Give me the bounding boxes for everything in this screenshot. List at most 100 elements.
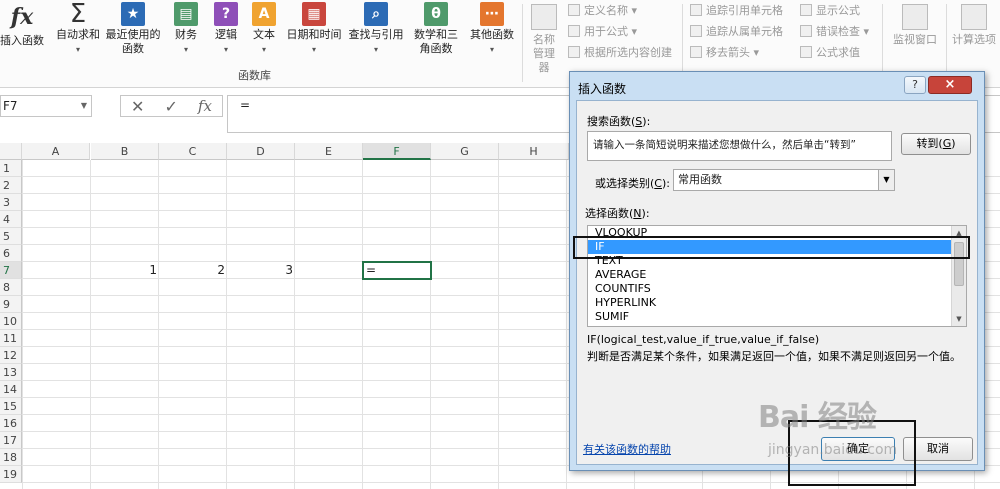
function-item-countifs[interactable]: COUNTIFS <box>588 282 966 296</box>
evaluate-formula-icon <box>800 46 812 58</box>
help-button[interactable]: ? <box>904 76 926 94</box>
row-header-3[interactable]: 3 <box>0 194 22 211</box>
trace-dependents-button[interactable]: 追踪从属单元格 <box>690 23 783 41</box>
remove-arrows-button[interactable]: 移去箭头 ▾ <box>690 44 759 62</box>
check-icon[interactable]: ✓ <box>164 97 177 116</box>
row-header-16[interactable]: 16 <box>0 415 22 432</box>
ok-highlight-annotation <box>788 420 916 486</box>
close-button[interactable]: × <box>928 76 972 94</box>
column-header-d[interactable]: D <box>227 143 295 160</box>
watch-window-icon <box>902 4 928 30</box>
name-manager-button[interactable]: 名称管理器 <box>526 4 562 75</box>
insert-function-dialog: 插入函数 ? × 搜索函数(S): 请输入一条简短说明来描述您想做什么，然后单击… <box>569 71 985 471</box>
finance-book-icon: ▤ <box>174 2 198 26</box>
row-header-13[interactable]: 13 <box>0 364 22 381</box>
row-header-9[interactable]: 9 <box>0 296 22 313</box>
autosum-button[interactable]: Σ 自动求和 ▾ <box>52 0 104 57</box>
chevron-down-icon[interactable]: ▼ <box>878 170 894 190</box>
insert-function-button[interactable]: fx 插入函数 <box>0 2 44 48</box>
error-checking-icon <box>800 25 812 37</box>
chevron-down-icon[interactable]: ▼ <box>81 96 87 116</box>
row-header-11[interactable]: 11 <box>0 330 22 347</box>
fx-icon[interactable]: fx <box>198 97 212 115</box>
row-header-18[interactable]: 18 <box>0 449 22 466</box>
lookup-reference-button[interactable]: ⌕ 查找与引用 ▾ <box>346 2 406 57</box>
row-header-15[interactable]: 15 <box>0 398 22 415</box>
logical-button[interactable]: ? 逻辑 ▾ <box>208 2 244 57</box>
use-in-formula-icon <box>568 25 580 37</box>
column-header-g[interactable]: G <box>431 143 499 160</box>
function-item-hyperlink[interactable]: HYPERLINK <box>588 296 966 310</box>
function-item-average[interactable]: AVERAGE <box>588 268 966 282</box>
active-cell-f7[interactable]: = <box>362 261 432 280</box>
column-header-e[interactable]: E <box>295 143 363 160</box>
cancel-icon[interactable]: ✕ <box>131 97 144 116</box>
row-header-4[interactable]: 4 <box>0 211 22 228</box>
search-label: 搜索函数(S): <box>587 115 651 128</box>
column-header-a[interactable]: A <box>22 143 90 160</box>
row-header-2[interactable]: 2 <box>0 177 22 194</box>
function-description: 判断是否满足某个条件，如果满足返回一个值，如果不满足则返回另一个值。 <box>587 350 961 363</box>
function-label: 选择函数(N): <box>585 207 650 220</box>
search-input[interactable]: 请输入一条简短说明来描述您想做什么，然后单击“转到” <box>587 131 892 161</box>
more-book-icon: ⋯ <box>480 2 504 26</box>
row-header-14[interactable]: 14 <box>0 381 22 398</box>
define-name-icon <box>568 4 580 16</box>
category-select[interactable]: 常用函数 ▼ <box>673 169 895 191</box>
evaluate-formula-button[interactable]: 公式求值 <box>800 44 860 62</box>
row-header-19[interactable]: 19 <box>0 466 22 483</box>
row-header-12[interactable]: 12 <box>0 347 22 364</box>
row-header-6[interactable]: 6 <box>0 245 22 262</box>
text-button[interactable]: A 文本 ▾ <box>248 2 280 57</box>
star-book-icon: ★ <box>121 2 145 26</box>
show-formulas-button[interactable]: 显示公式 <box>800 2 860 20</box>
trace-precedents-button[interactable]: 追踪引用单元格 <box>690 2 783 20</box>
ribbon-separator <box>522 4 523 82</box>
recent-functions-button[interactable]: ★ 最近使用的函数 <box>104 2 162 56</box>
category-label: 或选择类别(C): <box>595 177 670 190</box>
calculation-options-button[interactable]: 计算选项 <box>948 4 1000 47</box>
fx-icon: fx <box>10 4 34 30</box>
column-header-h[interactable]: H <box>499 143 569 160</box>
row-header-7[interactable]: 7 <box>0 262 22 279</box>
tag-icon <box>531 4 557 30</box>
scroll-down-icon[interactable]: ▼ <box>952 312 966 326</box>
column-header-f[interactable]: F <box>363 143 431 160</box>
date-book-icon: ▦ <box>302 2 326 26</box>
more-functions-button[interactable]: ⋯ 其他函数 ▾ <box>464 2 520 57</box>
row-header-5[interactable]: 5 <box>0 228 22 245</box>
use-in-formula-button[interactable]: 用于公式 ▾ <box>568 23 637 41</box>
math-trig-button[interactable]: θ 数学和三角函数 <box>406 2 466 56</box>
logic-book-icon: ? <box>214 2 238 26</box>
dialog-title: 插入函数 <box>578 82 627 96</box>
row-header-1[interactable]: 1 <box>0 160 22 177</box>
select-all-corner[interactable] <box>0 143 22 160</box>
create-from-selection-button[interactable]: 根据所选内容创建 <box>568 44 672 62</box>
go-button[interactable]: 转到(G) <box>901 133 971 155</box>
date-time-button[interactable]: ▦ 日期和时间 ▾ <box>284 2 344 57</box>
math-book-icon: θ <box>424 2 448 26</box>
row-header-8[interactable]: 8 <box>0 279 22 296</box>
row-header-17[interactable]: 17 <box>0 432 22 449</box>
cell-c7[interactable]: 2 <box>159 262 227 279</box>
create-from-selection-icon <box>568 46 580 58</box>
function-item-sumif[interactable]: SUMIF <box>588 310 966 324</box>
define-name-button[interactable]: 定义名称 ▾ <box>568 2 637 20</box>
sigma-icon: Σ <box>69 0 87 29</box>
function-signature: IF(logical_test,value_if_true,value_if_f… <box>587 333 820 346</box>
dialog-body: 搜索函数(S): 请输入一条简短说明来描述您想做什么，然后单击“转到” 转到(G… <box>576 100 978 465</box>
cell-b7[interactable]: 1 <box>91 262 159 279</box>
column-header-b[interactable]: B <box>91 143 159 160</box>
financial-button[interactable]: ▤ 财务 ▾ <box>168 2 204 57</box>
row-header-10[interactable]: 10 <box>0 313 22 330</box>
text-book-icon: A <box>252 2 276 26</box>
column-header-c[interactable]: C <box>159 143 227 160</box>
cell-d7[interactable]: 3 <box>227 262 295 279</box>
error-checking-button[interactable]: 错误检查 ▾ <box>800 23 869 41</box>
function-library-label: 函数库 <box>238 69 271 82</box>
watch-window-button[interactable]: 监视窗口 <box>886 4 944 47</box>
lookup-book-icon: ⌕ <box>364 2 388 26</box>
remove-arrows-icon <box>690 46 702 58</box>
function-help-link[interactable]: 有关该函数的帮助 <box>583 441 671 457</box>
name-box[interactable]: F7 ▼ <box>0 95 92 117</box>
